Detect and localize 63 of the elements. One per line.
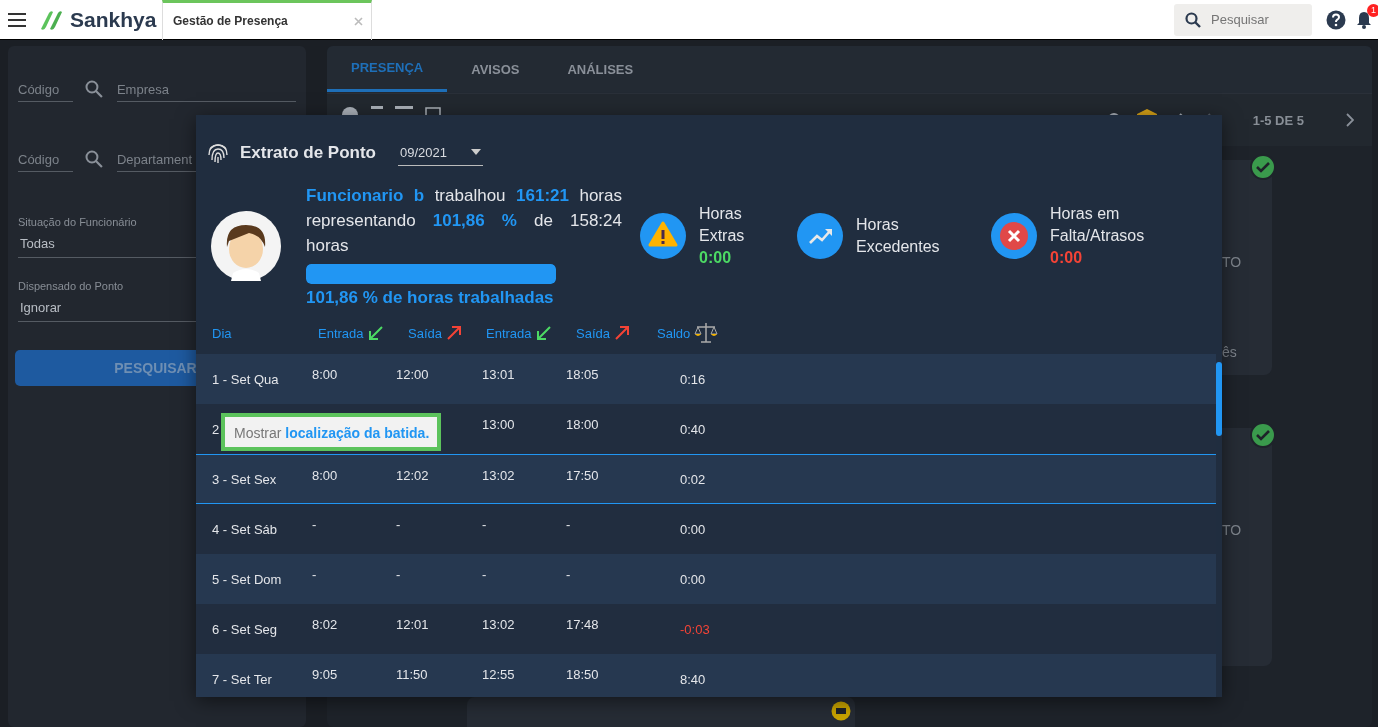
time-cell: 11:50: [396, 667, 428, 682]
time-cell: 8:00: [312, 367, 338, 382]
time-cell: 12:02: [396, 468, 429, 483]
stat-label: Horas Excedentes: [856, 214, 941, 257]
day-cell: 1 - Set Qua: [212, 371, 279, 387]
time-cell: 13:02: [482, 617, 515, 632]
dialog-title: Extrato de Ponto: [240, 143, 376, 163]
stat-label: Horas em Falta/Atrasos: [1050, 203, 1146, 246]
app-name: Sankhya: [70, 7, 158, 32]
pagination-text: 1-5 DE 5: [1252, 112, 1304, 128]
time-cell: 13:02: [482, 468, 515, 483]
time-cell: -: [312, 567, 317, 582]
day-cell: 5 - Set Dom: [212, 571, 282, 587]
progress-caption: 101,86 % de horas trabalhadas: [306, 288, 555, 308]
time-cell: -: [396, 517, 401, 532]
column-header: Dia: [212, 325, 232, 341]
time-cell: 18:50: [566, 667, 599, 682]
balance-cell: 0:00: [680, 571, 706, 587]
balance-cell: 8:40: [680, 671, 706, 687]
balance-cell: 0:00: [680, 521, 706, 537]
time-cell: 9:05: [312, 667, 338, 682]
day-cell: 7 - Set Ter: [212, 671, 272, 687]
card-text: TO: [1222, 522, 1242, 538]
time-cell: 12:00: [396, 367, 429, 382]
field-label: Dispensado do Ponto: [18, 280, 125, 292]
time-cell: 17:50: [566, 468, 599, 483]
notification-badge: 1: [1367, 3, 1378, 17]
time-cell: 18:05: [566, 367, 599, 382]
time-cell: -: [482, 517, 487, 532]
time-cell: -: [482, 567, 487, 582]
day-cell: 4 - Set Sáb: [212, 521, 278, 537]
balance-cell: 0:02: [680, 471, 706, 487]
column-header: Saída: [576, 325, 610, 341]
time-cell: 12:01: [396, 617, 429, 632]
field-label: Situação do Funcionário: [18, 216, 138, 228]
tooltip-text: Mostrar localização da batida.: [234, 425, 430, 441]
summary-text: Funcionario b trabalhou 161:21 horas representando 101,86 % de 158:24 horas: [306, 185, 622, 257]
column-header: Entrada: [486, 325, 532, 341]
balance-cell: 0:16: [680, 371, 706, 387]
time-cell: -: [566, 517, 571, 532]
balance-cell: -0:03: [680, 621, 710, 637]
time-cell: 12:55: [482, 667, 515, 682]
time-cell: -: [566, 567, 571, 582]
time-cell: 13:00: [482, 417, 515, 432]
stat-label: Horas Extras: [699, 203, 746, 246]
column-header: Entrada: [318, 325, 364, 341]
time-cell: 8:00: [312, 468, 338, 483]
stat-value: 0:00: [699, 247, 733, 268]
column-header: Saída: [408, 325, 442, 341]
time-cell: 13:01: [482, 367, 515, 382]
card-text: ês: [1222, 344, 1237, 360]
time-cell: -: [396, 567, 401, 582]
stat-value: 0:00: [1050, 247, 1084, 268]
time-cell: -: [312, 517, 317, 532]
day-cell: 2: [212, 421, 220, 437]
time-cell: 18:00: [566, 417, 599, 432]
balance-cell: 0:40: [680, 421, 706, 437]
time-cell: 17:48: [566, 617, 599, 632]
day-cell: 3 - Set Sex: [212, 471, 277, 487]
card-text: TO: [1222, 254, 1242, 270]
column-header: Saldo: [657, 325, 691, 341]
time-cell: 8:02: [312, 617, 338, 632]
day-cell: 6 - Set Seg: [212, 621, 278, 637]
